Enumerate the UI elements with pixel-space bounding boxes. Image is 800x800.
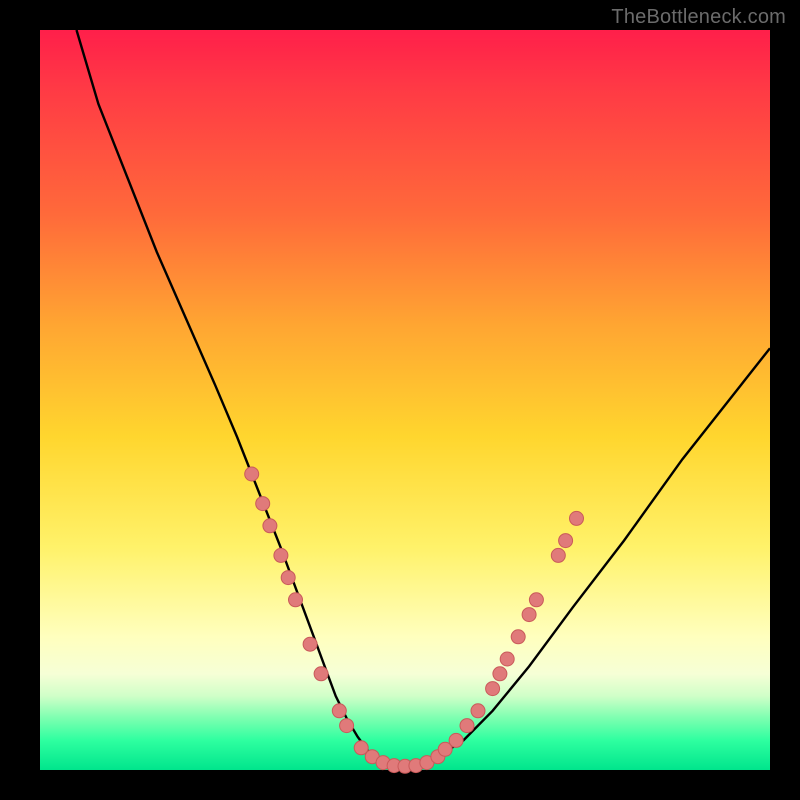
- chart-svg: [40, 30, 770, 770]
- curve-marker: [289, 593, 303, 607]
- curve-marker: [281, 571, 295, 585]
- curve-marker: [486, 682, 500, 696]
- curve-marker: [522, 608, 536, 622]
- curve-marker: [493, 667, 507, 681]
- curve-marker: [245, 467, 259, 481]
- curve-marker: [332, 704, 346, 718]
- curve-marker: [529, 593, 543, 607]
- curve-marker: [460, 719, 474, 733]
- curve-marker: [340, 719, 354, 733]
- curve-marker: [314, 667, 328, 681]
- bottleneck-curve: [77, 30, 771, 766]
- watermark-text: TheBottleneck.com: [611, 6, 786, 29]
- curve-marker: [570, 511, 584, 525]
- curve-markers: [245, 467, 584, 773]
- curve-marker: [449, 733, 463, 747]
- curve-marker: [500, 652, 514, 666]
- curve-marker: [551, 548, 565, 562]
- curve-marker: [559, 534, 573, 548]
- curve-marker: [263, 519, 277, 533]
- curve-marker: [256, 497, 270, 511]
- chart-frame: TheBottleneck.com: [0, 0, 800, 800]
- curve-marker: [511, 630, 525, 644]
- chart-plot-area: [40, 30, 770, 770]
- curve-marker: [471, 704, 485, 718]
- curve-marker: [303, 637, 317, 651]
- curve-marker: [274, 548, 288, 562]
